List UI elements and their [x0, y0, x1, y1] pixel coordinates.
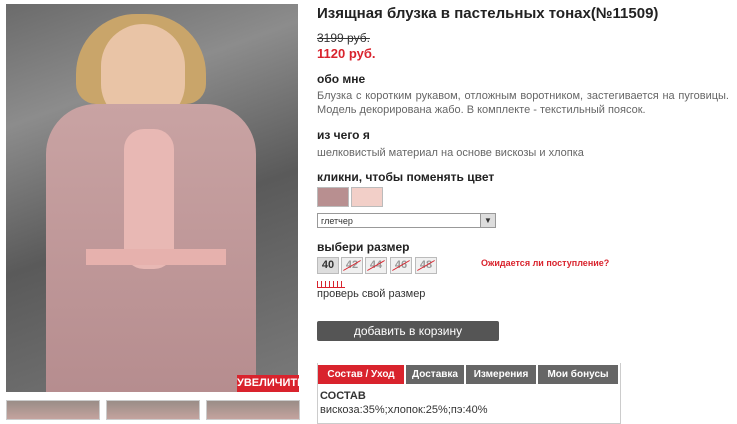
thumbnail-2[interactable] [106, 400, 200, 420]
expect-restock-link[interactable]: Ожидается ли поступление? [481, 258, 609, 268]
color-select[interactable]: глетчер ▼ [317, 213, 496, 228]
composition-value: вискоза:35%;хлопок:25%;пэ:40% [320, 404, 488, 416]
photo-belt [86, 249, 226, 265]
size-option[interactable]: 48 [415, 257, 437, 274]
color-swatch-2[interactable] [351, 187, 383, 207]
size-option[interactable]: 42 [341, 257, 363, 274]
about-text: Блузка с коротким рукавом, отложным воро… [317, 90, 729, 116]
photo-frill [124, 129, 174, 269]
about-heading: обо мне [317, 72, 366, 86]
tab-delivery[interactable]: Доставка [406, 365, 464, 384]
tab-bonuses[interactable]: Мои бонусы [538, 365, 618, 384]
ruler-icon [317, 281, 345, 288]
size-option[interactable]: 44 [365, 257, 387, 274]
tab-measurements[interactable]: Измерения [466, 365, 536, 384]
size-option[interactable]: 40 [317, 257, 339, 274]
zoom-button[interactable]: УВЕЛИЧИТЬ [237, 375, 305, 392]
size-heading: выбери размер [317, 240, 410, 254]
product-photo[interactable] [6, 4, 298, 392]
tab-composition[interactable]: Состав / Уход [318, 365, 404, 384]
color-heading: кликни, чтобы поменять цвет [317, 170, 495, 184]
material-text: шелковистый материал на основе вискозы и… [317, 147, 584, 159]
current-price: 1120 руб. [317, 46, 376, 61]
size-option[interactable]: 46 [390, 257, 412, 274]
add-to-cart-button[interactable]: добавить в корзину [317, 321, 499, 341]
product-title: Изящная блузка в пастельных тонах(№11509… [317, 5, 659, 22]
thumbnail-3[interactable] [206, 400, 300, 420]
old-price: 3199 руб. [317, 31, 370, 45]
chevron-down-icon[interactable]: ▼ [480, 214, 495, 227]
material-heading: из чего я [317, 128, 370, 142]
thumbnail-1[interactable] [6, 400, 100, 420]
color-swatch-1[interactable] [317, 187, 349, 207]
composition-heading: СОСТАВ [320, 390, 366, 402]
color-select-value: глетчер [321, 216, 353, 226]
check-size-link[interactable]: проверь свой размер [317, 288, 425, 300]
